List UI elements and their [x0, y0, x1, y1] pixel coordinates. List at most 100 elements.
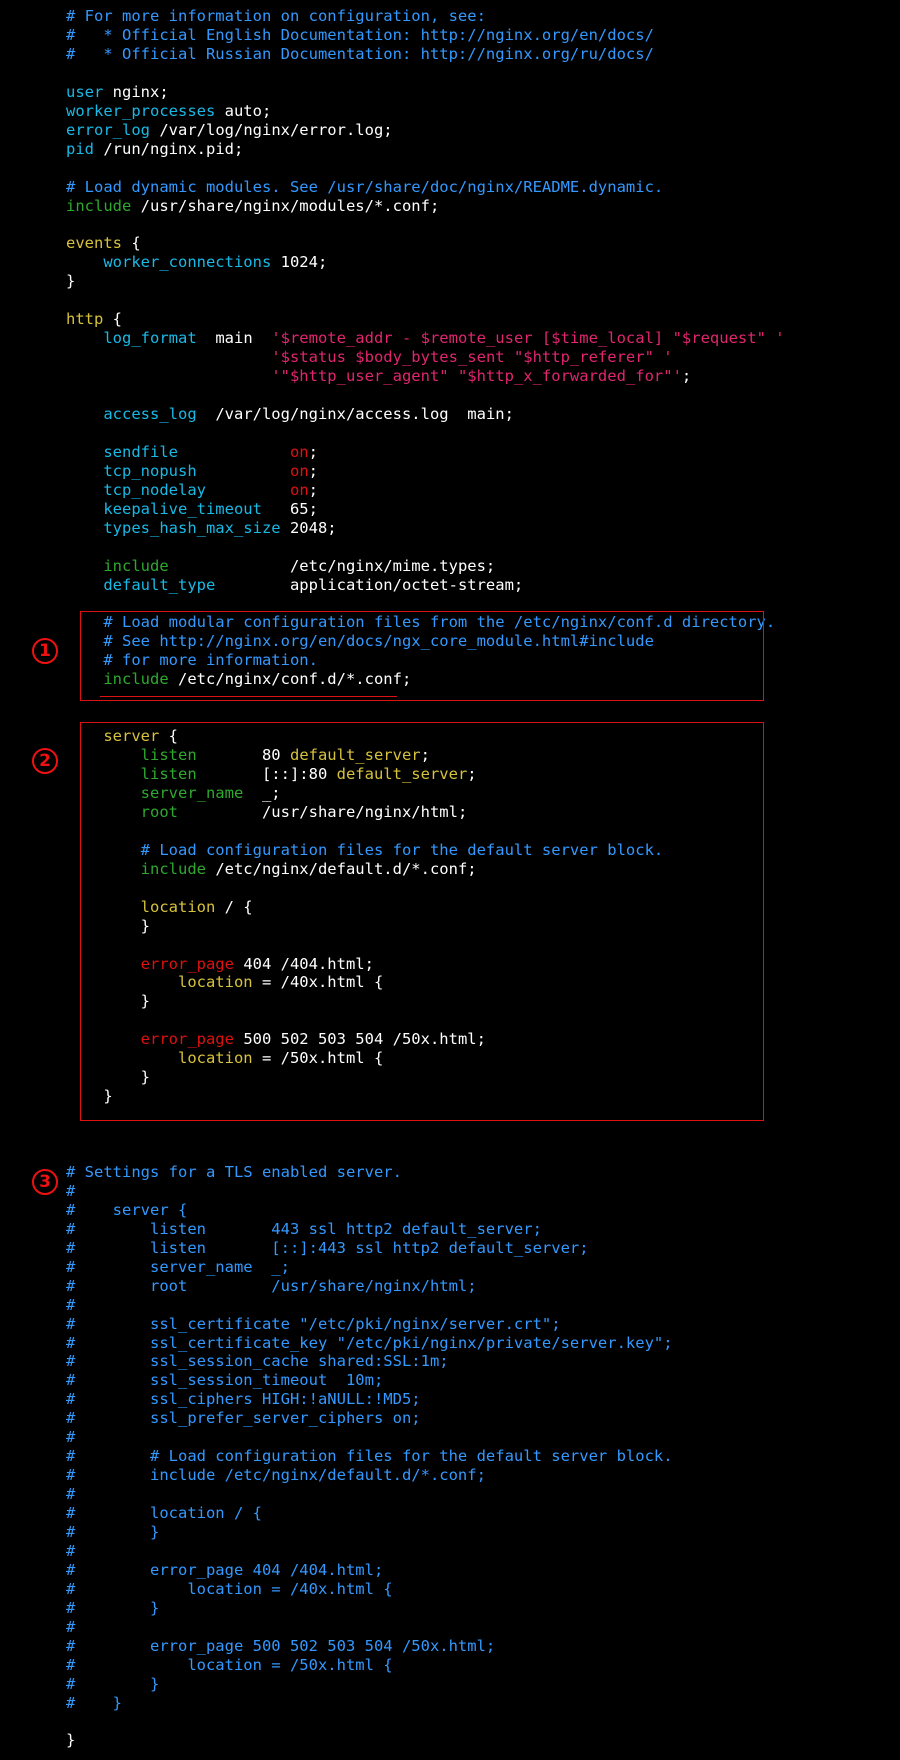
code-token: access_log: [103, 404, 197, 423]
code-line: #: [66, 1618, 75, 1637]
code-token: # listen [::]:443 ssl http2 default_serv…: [66, 1238, 589, 1257]
code-token: # }: [66, 1693, 122, 1712]
code-token: # root /usr/share/nginx/html;: [66, 1276, 477, 1295]
code-token: 65;: [261, 499, 318, 518]
code-line: # }: [66, 1694, 122, 1713]
code-token: {: [122, 234, 141, 253]
code-token: /var/log/nginx/error.log;: [150, 120, 393, 139]
code-line: # server_name _;: [66, 1258, 290, 1277]
code-token: application/octet-stream;: [215, 575, 524, 594]
code-line: # }: [66, 1599, 159, 1618]
terminal-window: # For more information on configuration,…: [0, 0, 900, 1760]
code-line: # include /etc/nginx/default.d/*.conf;: [66, 1466, 486, 1485]
code-line: sendfile on;: [66, 443, 318, 462]
code-line: '"$http_user_agent" "$http_x_forwarded_f…: [66, 367, 691, 386]
code-line: # ssl_prefer_server_ciphers on;: [66, 1409, 421, 1428]
code-token: /etc/nginx/mime.types;: [168, 556, 496, 575]
code-line: user nginx;: [66, 83, 169, 102]
code-token: #: [66, 1541, 76, 1560]
code-token: keepalive_timeout: [103, 499, 262, 518]
code-token: /usr/share/nginx/modules/*.conf;: [131, 196, 440, 215]
code-token: # listen 443 ssl http2 default_server;: [66, 1219, 542, 1238]
code-line: #: [66, 1296, 75, 1315]
code-line: keepalive_timeout 65;: [66, 500, 318, 519]
code-line: #: [66, 1428, 75, 1447]
code-token: http: [66, 310, 104, 329]
code-line: # }: [66, 1523, 159, 1542]
code-line: #: [66, 1542, 75, 1561]
code-token: # Settings for a TLS enabled server.: [66, 1162, 402, 1181]
code-line: # location = /50x.html {: [66, 1656, 393, 1675]
code-line: include /usr/share/nginx/modules/*.conf;: [66, 197, 439, 216]
code-token: '$status $body_bytes_sent "$http_referer…: [271, 348, 673, 367]
code-token: 1024;: [271, 253, 328, 272]
code-token: include: [66, 196, 132, 215]
code-line: # ssl_session_timeout 10m;: [66, 1371, 383, 1390]
code-token: types_hash_max_size: [103, 518, 281, 537]
code-token: default_type: [103, 575, 216, 594]
code-token: ;: [308, 442, 318, 461]
code-token: # include /etc/nginx/default.d/*.conf;: [66, 1466, 486, 1485]
code-token: tcp_nodelay: [103, 480, 206, 499]
code-token: # ssl_session_timeout 10m;: [66, 1371, 384, 1390]
code-token: #: [66, 1181, 76, 1200]
code-line: include /etc/nginx/mime.types;: [66, 557, 495, 576]
code-token: ;: [308, 480, 318, 499]
code-token: # ssl_session_cache shared:SSL:1m;: [66, 1352, 449, 1371]
code-token: # ssl_certificate_key "/etc/pki/nginx/pr…: [66, 1333, 673, 1352]
code-line: # ssl_certificate_key "/etc/pki/nginx/pr…: [66, 1334, 673, 1353]
code-token: '$remote_addr - $remote_user [$time_loca…: [271, 329, 785, 348]
code-token: #: [66, 1295, 76, 1314]
code-line: }: [66, 272, 75, 291]
code-token: ;: [681, 367, 692, 386]
code-line: access_log /var/log/nginx/access.log mai…: [66, 405, 514, 424]
code-line: # listen 443 ssl http2 default_server;: [66, 1220, 542, 1239]
code-line: # # Load configuration files for the def…: [66, 1447, 673, 1466]
code-line: # * Official English Documentation: http…: [66, 26, 654, 45]
code-token: nginx;: [103, 82, 169, 101]
code-token: worker_connections: [103, 253, 272, 272]
code-token: #: [66, 1617, 76, 1636]
include-underline: [100, 696, 397, 697]
code-line: # For more information on configuration,…: [66, 7, 486, 26]
code-line: #: [66, 1485, 75, 1504]
code-token: # location / {: [66, 1504, 262, 1523]
code-line: # ssl_ciphers HIGH:!aNULL:!MD5;: [66, 1390, 421, 1409]
code-line: # location = /40x.html {: [66, 1580, 393, 1599]
code-token: # For more information on configuration,…: [66, 7, 486, 25]
code-line: }: [66, 1731, 75, 1750]
code-line: # Load dynamic modules. See /usr/share/d…: [66, 178, 663, 197]
code-token: /run/nginx.pid;: [94, 139, 244, 158]
code-token: # server {: [66, 1200, 188, 1219]
code-line: #: [66, 1182, 75, 1201]
code-line: # root /usr/share/nginx/html;: [66, 1277, 477, 1296]
code-token: /var/log/nginx/access.log main;: [196, 404, 514, 423]
code-token: on: [289, 480, 309, 499]
code-token: # * Official English Documentation: http…: [66, 25, 654, 44]
code-line: error_log /var/log/nginx/error.log;: [66, 121, 393, 140]
code-token: 2048;: [280, 518, 337, 537]
code-token: # Load dynamic modules. See /usr/share/d…: [66, 177, 664, 196]
code-token: # ssl_certificate "/etc/pki/nginx/server…: [66, 1314, 561, 1333]
code-token: {: [103, 310, 122, 329]
code-line: # listen [::]:443 ssl http2 default_serv…: [66, 1239, 589, 1258]
code-token: # error_page 404 /404.html;: [66, 1560, 384, 1579]
code-line: worker_processes auto;: [66, 102, 271, 121]
annotation-marker-1: 1: [32, 638, 58, 664]
code-token: '"$http_user_agent" "$http_x_forwarded_f…: [271, 367, 682, 386]
code-line: http {: [66, 310, 122, 329]
code-token: main: [196, 329, 272, 348]
code-token: # ssl_ciphers HIGH:!aNULL:!MD5;: [66, 1390, 421, 1409]
code-token: # location = /50x.html {: [66, 1655, 393, 1674]
